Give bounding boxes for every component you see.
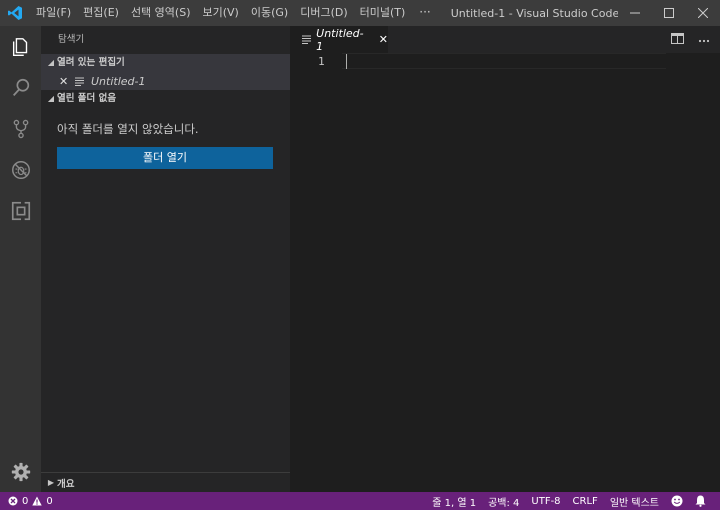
line-number: 1 bbox=[318, 55, 325, 68]
encoding[interactable]: UTF-8 bbox=[525, 496, 566, 507]
vscode-logo-icon bbox=[0, 0, 30, 26]
explorer-sidebar: 탐색기 ◢ 열려 있는 편집기 ✕ Untitled-1 ◢ 열린 폴더 없음 … bbox=[41, 26, 290, 492]
open-editors-label: 열려 있는 편집기 bbox=[57, 57, 125, 68]
chevron-right-icon: ▶ bbox=[47, 478, 55, 487]
status-right: 줄 1, 열 1 공백: 4 UTF-8 CRLF 일반 텍스트 bbox=[426, 494, 720, 509]
activity-bar bbox=[0, 26, 41, 492]
notifications-button[interactable] bbox=[689, 495, 712, 507]
error-icon bbox=[8, 496, 18, 506]
text-cursor bbox=[346, 54, 347, 69]
status-bar: 0 0 줄 1, 열 1 공백: 4 UTF-8 CRLF 일반 텍스트 bbox=[0, 492, 720, 510]
chevron-down-icon: ◢ bbox=[47, 58, 55, 67]
chevron-down-icon: ◢ bbox=[47, 94, 55, 103]
menu-edit[interactable]: 편집(E) bbox=[77, 0, 125, 26]
no-folder-label: 열린 폴더 없음 bbox=[57, 93, 117, 104]
menu-selection[interactable]: 선택 영역(S) bbox=[125, 0, 197, 26]
search-icon bbox=[12, 78, 29, 96]
open-editors-header[interactable]: ◢ 열려 있는 편집기 bbox=[41, 54, 290, 72]
menu-go[interactable]: 이동(G) bbox=[245, 0, 294, 26]
editor-actions bbox=[671, 26, 710, 53]
maximize-icon bbox=[664, 8, 674, 18]
split-editor-icon bbox=[671, 32, 684, 44]
menu-file[interactable]: 파일(F) bbox=[30, 0, 77, 26]
warning-icon bbox=[32, 496, 43, 506]
minimize-icon bbox=[630, 12, 640, 14]
open-editor-filename: Untitled-1 bbox=[91, 74, 146, 88]
ellipsis-icon bbox=[698, 39, 710, 43]
extensions-button[interactable] bbox=[0, 190, 41, 231]
source-control-button[interactable] bbox=[0, 108, 41, 149]
menu-debug[interactable]: 디버그(D) bbox=[294, 0, 353, 26]
code-editor[interactable]: 1 bbox=[290, 53, 720, 492]
source-control-icon bbox=[13, 119, 28, 138]
no-folder-header[interactable]: ◢ 열린 폴더 없음 bbox=[41, 90, 290, 108]
settings-button[interactable] bbox=[0, 451, 41, 492]
smiley-icon bbox=[671, 495, 683, 507]
gear-icon bbox=[11, 462, 30, 481]
search-view-button[interactable] bbox=[0, 67, 41, 108]
indentation[interactable]: 공백: 4 bbox=[482, 494, 525, 509]
text-file-icon bbox=[75, 77, 89, 86]
title-bar: 파일(F) 편집(E) 선택 영역(S) 보기(V) 이동(G) 디버그(D) … bbox=[0, 0, 720, 26]
window-controls bbox=[618, 0, 720, 26]
debug-icon bbox=[11, 160, 30, 179]
menu-more-button[interactable]: ··· bbox=[411, 0, 438, 26]
maximize-button[interactable] bbox=[652, 0, 686, 26]
tab-untitled-1[interactable]: Untitled-1 ✕ bbox=[290, 26, 388, 53]
current-line-highlight bbox=[342, 53, 666, 69]
tab-bar: Untitled-1 ✕ bbox=[290, 26, 720, 53]
problems-status[interactable]: 0 0 bbox=[0, 496, 53, 507]
window-title: Untitled-1 - Visual Studio Code [... bbox=[450, 6, 618, 20]
tab-close-button[interactable]: ✕ bbox=[379, 33, 388, 46]
error-count: 0 bbox=[22, 495, 29, 507]
more-actions-button[interactable] bbox=[698, 33, 710, 46]
outline-header[interactable]: ▶ 개요 bbox=[41, 472, 290, 492]
files-icon bbox=[12, 37, 27, 56]
close-window-button[interactable] bbox=[686, 0, 720, 26]
tab-label: Untitled-1 bbox=[316, 26, 364, 53]
menu-bar: 파일(F) 편집(E) 선택 영역(S) 보기(V) 이동(G) 디버그(D) … bbox=[30, 0, 439, 26]
menu-view[interactable]: 보기(V) bbox=[196, 0, 244, 26]
text-file-icon bbox=[302, 35, 313, 44]
end-of-line[interactable]: CRLF bbox=[567, 496, 604, 507]
feedback-button[interactable] bbox=[665, 495, 689, 507]
no-folder-message: 아직 폴더를 열지 않았습니다. bbox=[57, 122, 199, 136]
open-editor-item[interactable]: ✕ Untitled-1 bbox=[41, 72, 290, 90]
bell-icon bbox=[695, 495, 706, 507]
minimize-button[interactable] bbox=[618, 0, 652, 26]
cursor-position[interactable]: 줄 1, 열 1 bbox=[426, 494, 482, 509]
open-folder-button[interactable]: 폴더 열기 bbox=[57, 147, 273, 169]
warning-count: 0 bbox=[46, 495, 53, 507]
close-icon bbox=[698, 8, 708, 18]
close-editor-button[interactable]: ✕ bbox=[59, 75, 71, 88]
language-mode[interactable]: 일반 텍스트 bbox=[604, 494, 665, 509]
debug-button[interactable] bbox=[0, 149, 41, 190]
editor-area: Untitled-1 ✕ 1 bbox=[290, 26, 720, 492]
sidebar-title: 탐색기 bbox=[58, 34, 85, 45]
split-editor-button[interactable] bbox=[671, 32, 684, 47]
extensions-icon bbox=[11, 200, 30, 221]
menu-terminal[interactable]: 터미널(T) bbox=[354, 0, 412, 26]
explorer-button[interactable] bbox=[0, 26, 41, 67]
outline-label: 개요 bbox=[57, 478, 75, 490]
